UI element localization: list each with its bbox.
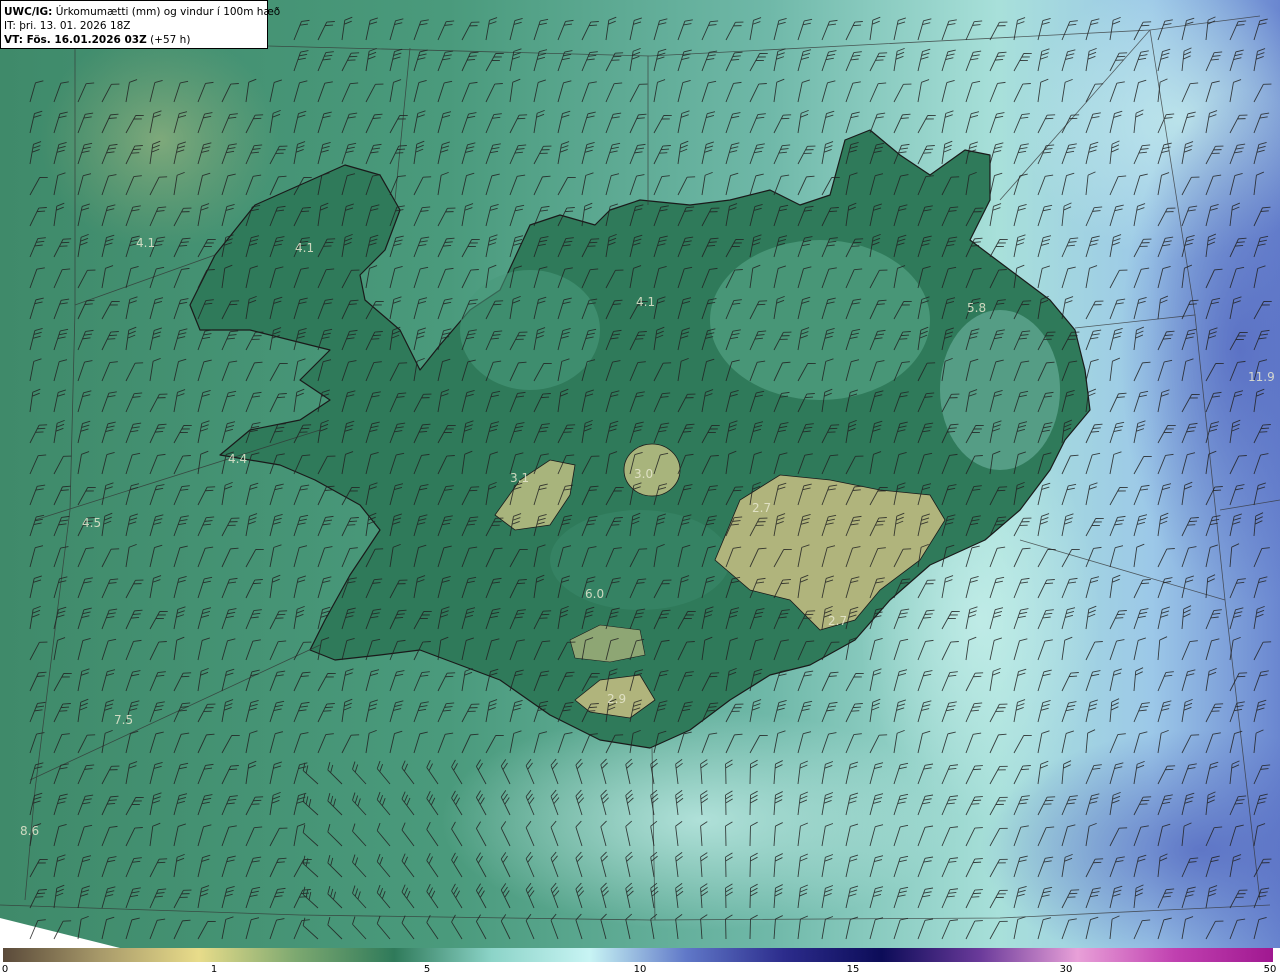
colorbar-tick: 1 xyxy=(210,964,218,975)
colorbar: 0 1 5 10 15 30 50 xyxy=(0,948,1280,978)
value-label: 3.1 xyxy=(510,471,529,485)
map-title: Úrkomumætti (mm) og vindur í 100m hæð xyxy=(55,6,281,18)
map-info-box: UWC/IG: Úrkomumætti (mm) og vindur í 100… xyxy=(0,0,280,49)
value-label: 4.1 xyxy=(636,295,655,309)
value-label: 3.0 xyxy=(634,467,653,481)
colorbar-tick: 50 xyxy=(1263,964,1277,975)
value-label: 5.8 xyxy=(967,301,986,315)
value-label: 4.4 xyxy=(228,452,247,466)
colorbar-tick: 30 xyxy=(1059,964,1073,975)
colorbar-tick: 0 xyxy=(1,964,9,975)
value-label: 4.1 xyxy=(136,236,155,250)
colorbar-strip xyxy=(3,948,1273,962)
value-label: 4.1 xyxy=(295,241,314,255)
model-name: UWC/IG: xyxy=(4,6,53,18)
value-label: 7.5 xyxy=(114,713,133,727)
valid-time: VT: Fös. 16.01.2026 03Z xyxy=(4,34,147,46)
value-label: 8.6 xyxy=(20,824,39,838)
value-label: 6.0 xyxy=(585,587,604,601)
colorbar-tick: 15 xyxy=(846,964,860,975)
colorbar-tick: 10 xyxy=(633,964,647,975)
init-time: IT: þri. 13. 01. 2026 18Z xyxy=(4,20,131,32)
value-label: 2.7 xyxy=(828,614,847,628)
value-label: 4.5 xyxy=(82,516,101,530)
colorbar-tick: 5 xyxy=(423,964,431,975)
forecast-offset: (+57 h) xyxy=(150,34,191,46)
value-label: 11.9 xyxy=(1248,370,1275,384)
weather-map: 4.1 4.1 4.1 5.8 11.9 4.4 4.5 3.1 3.0 2.7… xyxy=(0,0,1280,948)
value-label: 2.9 xyxy=(607,692,626,706)
value-label: 2.7 xyxy=(752,501,771,515)
